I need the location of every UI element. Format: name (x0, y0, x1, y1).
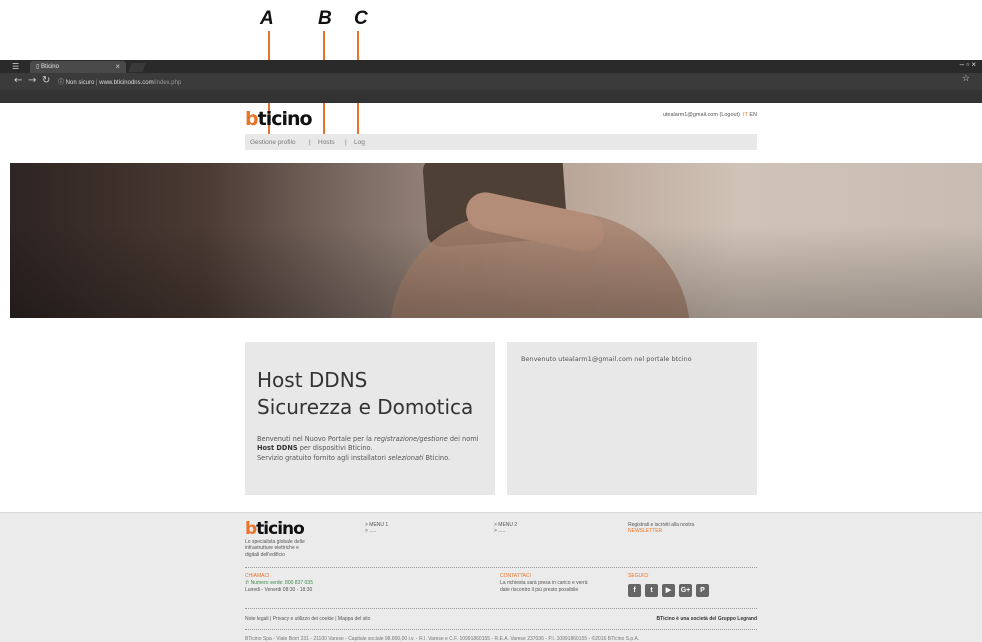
forward-icon[interactable]: → (28, 75, 36, 86)
intro-card: Host DDNS Sicurezza e Domotica Benvenuti… (245, 342, 495, 495)
footer-call: CHIAMACI ✆ Numero verde: 800 837 035 Lun… (245, 573, 313, 594)
incognito-icon: ☰ (12, 62, 20, 71)
nav-log[interactable]: Log (354, 139, 365, 146)
welcome-message: Benvenuto utealarm1@gmail.com nel portal… (521, 355, 692, 363)
footer-divider (245, 567, 757, 568)
footer-tagline: Lo specialista globale delle infrastruttu… (245, 539, 305, 558)
nav-separator: | (309, 139, 311, 146)
browser-toolbar: ← → ↻ ⓘ Non sicuro | www.bticinodns.com/… (0, 73, 982, 90)
intro-description: Benvenuti nel Nuovo Portale per la regis… (257, 435, 479, 462)
address-bar[interactable]: ⓘ Non sicuro | www.bticinodns.com/index.… (58, 75, 966, 87)
welcome-card: Benvenuto utealarm1@gmail.com nel portal… (507, 342, 757, 495)
back-icon[interactable]: ← (14, 75, 22, 86)
footer-legal: BTicino Spa - Viale Borri 231 - 21100 Va… (245, 636, 640, 642)
pinterest-icon[interactable]: P (696, 584, 709, 597)
browser-bookmark-bar (0, 90, 982, 103)
nav-hosts[interactable]: Hosts (318, 139, 335, 146)
footer-links[interactable]: Note legali | Privacy e utilizzo dei coo… (245, 616, 370, 622)
window-controls[interactable]: – ▫ × (960, 60, 976, 69)
site-footer: bticino Lo specialista globale delle infr… (0, 512, 982, 642)
tab-title: Bticino (40, 64, 59, 70)
bookmark-star-icon[interactable]: ☆ (962, 74, 970, 84)
phone-number[interactable]: Numero verde: 800 837 035 (251, 580, 313, 586)
callout-b: B (318, 8, 332, 29)
hero-banner-image (10, 163, 982, 318)
footer-menu-2: > MENU 2 > ..... (494, 522, 517, 535)
url-path: /index.php (153, 80, 182, 86)
page-title: Host DDNS Sicurezza e Domotica (257, 368, 474, 419)
info-icon: ⓘ (58, 80, 66, 86)
user-info: utealarm1@gmail.com (Logout) IT EN (663, 112, 757, 118)
footer-contact: CONTATTACI La richiesta sarà presa in ca… (500, 573, 588, 594)
twitter-icon[interactable]: t (645, 584, 658, 597)
callout-a: A (260, 8, 274, 29)
reload-icon[interactable]: ↻ (42, 75, 50, 86)
lang-en-link[interactable]: EN (749, 112, 757, 118)
main-nav: Gestione profilo | Hosts | Log (245, 134, 757, 150)
bticino-logo[interactable]: bticino (245, 108, 313, 130)
facebook-icon[interactable]: f (628, 584, 641, 597)
contact-link[interactable]: CONTATTACI (500, 573, 588, 580)
browser-tab[interactable]: ▯ Bticino × (30, 61, 126, 73)
callout-annotations: A B C (0, 0, 982, 138)
callout-c: C (354, 8, 368, 29)
footer-newsletter: Registrati e iscriviti alla nostra NEWSL… (628, 522, 695, 535)
new-tab-button[interactable] (128, 63, 146, 72)
googleplus-icon[interactable]: G+ (679, 584, 692, 597)
newsletter-link[interactable]: NEWSLETTER (628, 528, 694, 534)
youtube-icon[interactable]: ▶ (662, 584, 675, 597)
footer-bticino-logo[interactable]: bticino (245, 519, 305, 539)
nav-separator: | (345, 139, 347, 146)
nav-gestione-profilo[interactable]: Gestione profilo (250, 139, 296, 146)
user-email: utealarm1@gmail.com (662, 112, 718, 118)
footer-menu2-sub[interactable]: > ..... (494, 528, 517, 534)
logout-link[interactable]: (Logout) (719, 112, 740, 118)
social-icons: f t ▶ G+ P (628, 584, 713, 597)
url-host: www.bticinodns.com (99, 80, 154, 86)
footer-group-note: BTicino è una società del Gruppo Legrand (656, 616, 757, 622)
lang-it-link[interactable]: IT (743, 112, 748, 118)
footer-menu1-sub[interactable]: > ..... (365, 528, 388, 534)
browser-tab-strip: ☰ ▯ Bticino × – ▫ × (0, 60, 982, 73)
security-label: Non sicuro (65, 80, 95, 86)
close-tab-icon[interactable]: × (115, 62, 120, 71)
footer-divider (245, 608, 757, 609)
footer-menu-1: > MENU 1 > ..... (365, 522, 388, 535)
footer-follow-label: SEGUICI (628, 573, 649, 579)
footer-divider (245, 629, 757, 630)
site-header: bticino utealarm1@gmail.com (Logout) IT … (245, 108, 757, 134)
